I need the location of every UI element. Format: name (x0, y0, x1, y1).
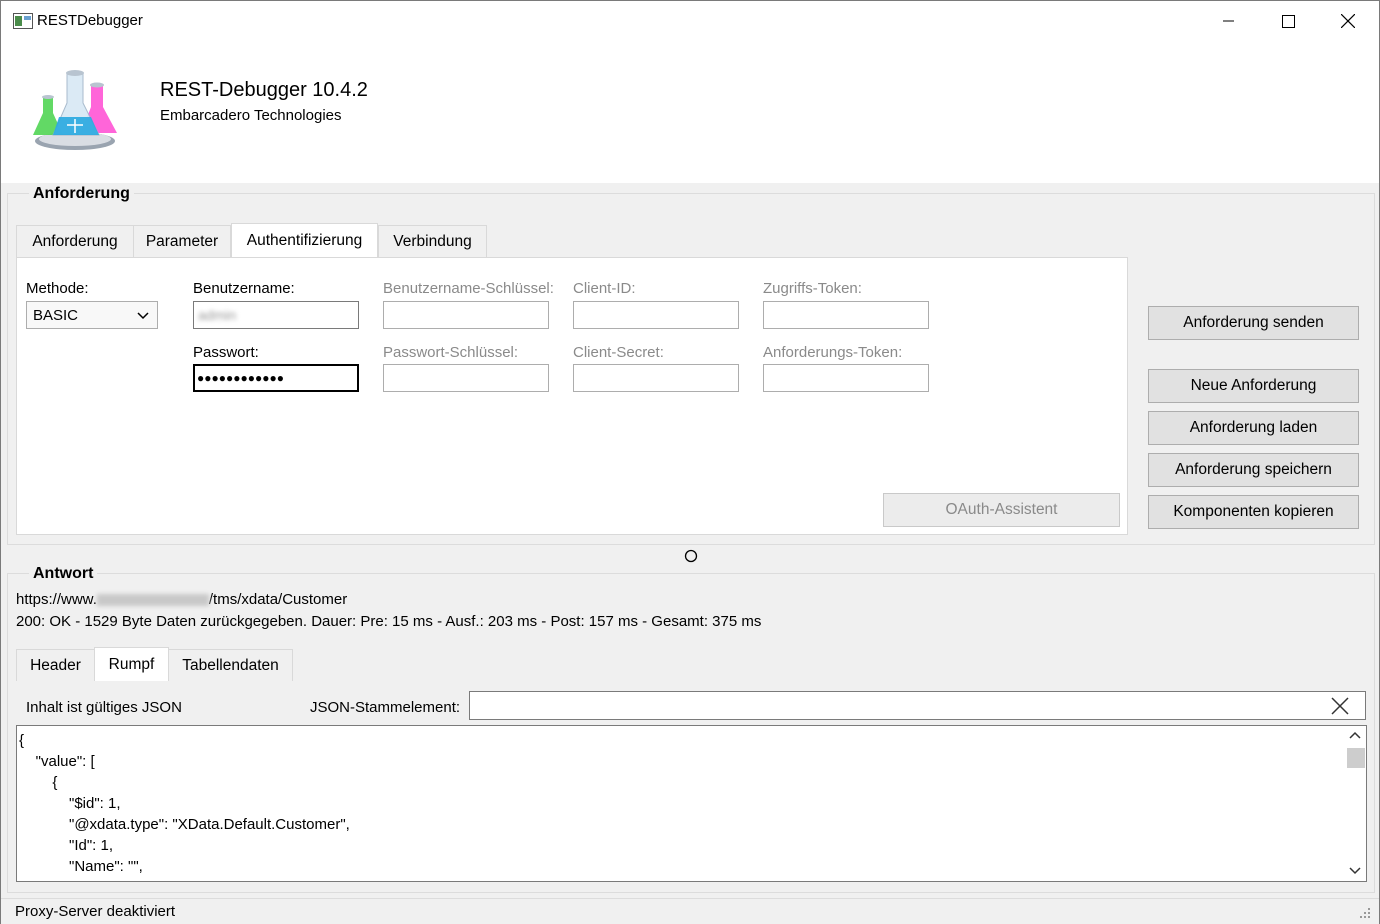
circle-handle-icon (684, 549, 698, 563)
access-token-field[interactable] (763, 301, 929, 329)
response-status: 200: OK - 1529 Byte Daten zurückgegeben.… (16, 613, 762, 630)
tab-parameter[interactable]: Parameter (133, 225, 231, 257)
minimize-icon (1223, 20, 1234, 22)
flask-logo-icon (29, 67, 123, 157)
password-field[interactable]: ●●●●●●●●●●●● (193, 364, 359, 392)
close-button[interactable] (1318, 1, 1378, 41)
save-request-button[interactable]: Anforderung speichern (1148, 453, 1359, 487)
copy-components-button[interactable]: Komponenten kopieren (1148, 495, 1359, 529)
json-valid-text: Inhalt ist gültiges JSON (26, 699, 182, 716)
app-name: REST-Debugger 10.4.2 (160, 79, 368, 101)
tab-anforderung[interactable]: Anforderung (16, 225, 134, 257)
response-url: https://www. /tms/xdata/Customer (16, 591, 347, 608)
response-url-prefix: https://www. (16, 591, 97, 608)
maximize-icon (1281, 14, 1295, 28)
resize-grip-icon[interactable] (1359, 907, 1371, 919)
maximize-button[interactable] (1258, 1, 1318, 41)
password-key-label: Passwort-Schlüssel: (383, 344, 519, 361)
send-request-button[interactable]: Anforderung senden (1148, 306, 1359, 340)
request-group-title: Anforderung (29, 185, 134, 203)
username-label: Benutzername: (193, 280, 295, 297)
method-value: BASIC (33, 306, 79, 324)
status-text: Proxy-Server deaktiviert (15, 903, 176, 920)
json-root-input[interactable] (469, 691, 1366, 720)
status-bar: Proxy-Server deaktiviert (1, 898, 1379, 924)
username-field[interactable]: admin (193, 301, 359, 329)
app-icon (13, 13, 33, 29)
load-request-button[interactable]: Anforderung laden (1148, 411, 1359, 445)
username-key-field[interactable] (383, 301, 549, 329)
scroll-down-icon[interactable] (1349, 867, 1361, 875)
method-label: Methode: (26, 280, 89, 297)
window-title: RESTDebugger (37, 12, 143, 29)
new-request-button[interactable]: Neue Anforderung (1148, 369, 1359, 403)
json-root-label: JSON-Stammelement: (310, 699, 461, 716)
username-value: admin (198, 307, 237, 323)
client-id-label: Client-ID: (573, 280, 636, 297)
username-key-label: Benutzername-Schlüssel: (383, 280, 554, 297)
response-body[interactable]: { "value": [ { "$id": 1, "@xdata.type": … (16, 725, 1367, 882)
scroll-up-icon[interactable] (1349, 731, 1361, 739)
scroll-thumb[interactable] (1347, 748, 1365, 768)
password-label: Passwort: (193, 344, 259, 361)
minimize-button[interactable] (1199, 1, 1259, 41)
client-id-field[interactable] (573, 301, 739, 329)
title-bar: RESTDebugger (1, 1, 1379, 41)
response-url-suffix: /tms/xdata/Customer (208, 591, 348, 608)
client-secret-field[interactable] (573, 364, 739, 392)
access-token-label: Zugriffs-Token: (763, 280, 862, 297)
client-secret-label: Client-Secret: (573, 344, 664, 361)
request-token-label: Anforderungs-Token: (763, 344, 903, 361)
oauth-assistant-button[interactable]: OAuth-Assistent (883, 493, 1120, 527)
method-select[interactable]: BASIC (26, 301, 158, 329)
redacted-host (96, 594, 209, 607)
clear-icon[interactable] (1331, 697, 1349, 715)
splitter-handle[interactable] (684, 549, 698, 567)
tab-verbindung[interactable]: Verbindung (378, 225, 487, 257)
tab-rumpf[interactable]: Rumpf (94, 647, 169, 681)
response-group-title: Antwort (29, 565, 98, 583)
vertical-scrollbar[interactable] (1344, 726, 1366, 881)
tab-authentifizierung[interactable]: Authentifizierung (231, 223, 378, 257)
password-value: ●●●●●●●●●●●● (197, 371, 284, 385)
app-vendor: Embarcadero Technologies (160, 107, 342, 124)
password-key-field[interactable] (383, 364, 549, 392)
chevron-down-icon (137, 312, 149, 320)
close-icon (1341, 14, 1355, 28)
request-token-field[interactable] (763, 364, 929, 392)
auth-panel: Methode: BASIC Benutzername: admin Passw… (16, 257, 1128, 535)
response-body-text: { "value": [ { "$id": 1, "@xdata.type": … (19, 732, 350, 875)
app-window: RESTDebugger REST-Debugger 10.4.2 Embarc… (0, 0, 1380, 924)
tab-tabellendaten[interactable]: Tabellendaten (168, 649, 293, 681)
tab-header[interactable]: Header (16, 649, 95, 681)
app-header: REST-Debugger 10.4.2 Embarcadero Technol… (1, 41, 1379, 183)
